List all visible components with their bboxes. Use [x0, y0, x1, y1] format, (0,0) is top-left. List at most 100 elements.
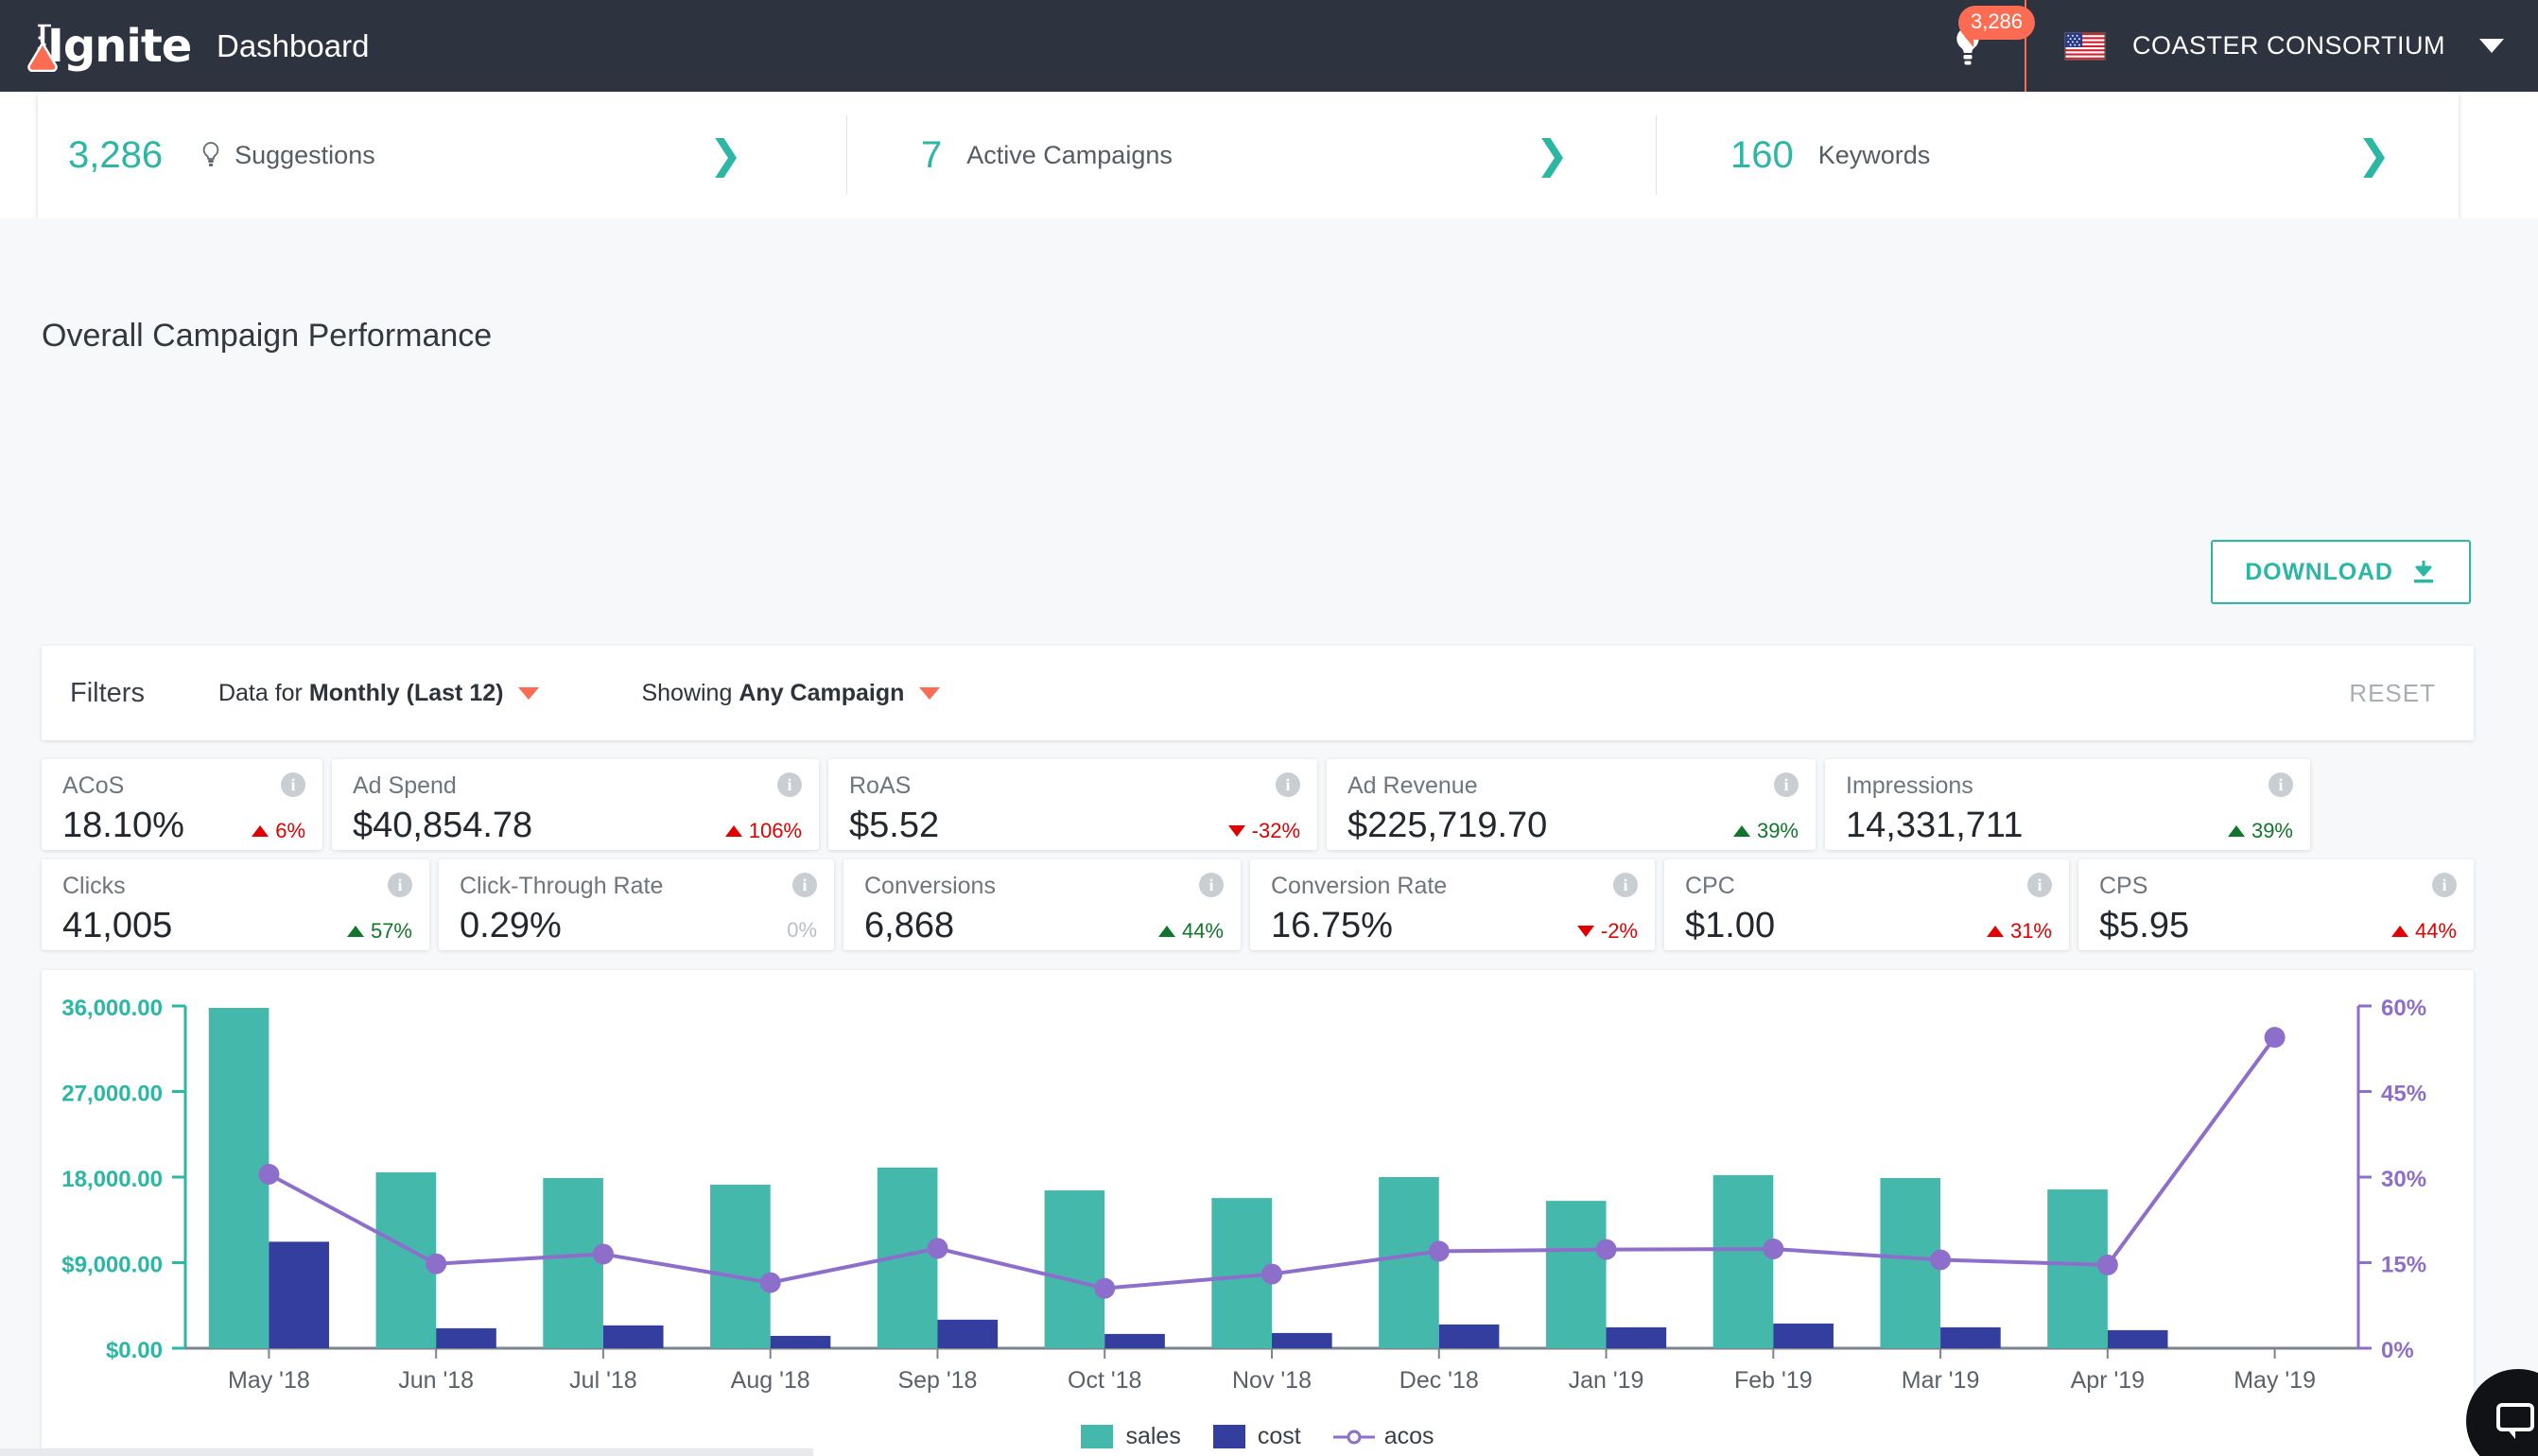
kpi-card-ad-spend[interactable]: Ad Spend i $40,854.78 106%: [332, 759, 819, 850]
svg-text:$0.00: $0.00: [106, 1338, 163, 1363]
performance-chart[interactable]: $0.00 $9,000.00 18,000.00 27,000.00 36,000.0…: [42, 970, 2474, 1414]
chevron-right-icon[interactable]: ❯: [1536, 135, 1569, 175]
kpi-card-click-through-rate[interactable]: Click-Through Rate i 0.29% 0%: [439, 859, 834, 950]
download-icon: [2410, 559, 2437, 585]
filters-bar: Filters Data for Monthly (Last 12) Showi…: [42, 646, 2474, 740]
kpi-label: Clicks: [62, 873, 126, 899]
legend-label: acos: [1383, 1423, 1434, 1449]
svg-text:27,000.00: 27,000.00: [61, 1082, 163, 1107]
triangle-up-icon: [1732, 825, 1750, 837]
filter-date-prefix: Data for: [217, 679, 303, 706]
main-content: Overall Campaign Performance DOWNLOAD Fi…: [0, 218, 2538, 1456]
bar-cost: [2107, 1329, 2168, 1348]
point-acos: [1763, 1239, 1784, 1260]
kpi-card-cpc[interactable]: CPC i $1.00 31%: [1664, 859, 2069, 950]
stat-keywords-value: 160: [1730, 133, 1794, 176]
download-button[interactable]: DOWNLOAD: [2211, 540, 2471, 604]
bar-sales: [1379, 1177, 1439, 1348]
kpi-value: 18.10%: [62, 806, 184, 845]
brand-logo[interactable]: Ignite Dashboard: [13, 19, 369, 74]
point-acos: [2096, 1254, 2118, 1275]
svg-text:Apr '19: Apr '19: [2071, 1367, 2145, 1394]
suggestions-bell-button[interactable]: 3,286: [1911, 0, 2036, 92]
kpi-value: $5.95: [2099, 906, 2190, 945]
info-icon[interactable]: i: [1613, 873, 1638, 897]
filter-date-range[interactable]: Data for Monthly (Last 12): [218, 680, 540, 707]
chevron-right-icon[interactable]: ❯: [709, 135, 742, 175]
info-icon[interactable]: i: [2269, 772, 2293, 797]
triangle-up-icon: [252, 825, 269, 837]
info-icon[interactable]: i: [2432, 873, 2457, 897]
stat-keywords[interactable]: 160 Keywords ❯: [1657, 92, 2459, 218]
kpi-row-primary: ACoS i 18.10% 6% Ad Spend i $40,854.78 1…: [42, 759, 2310, 850]
info-icon[interactable]: i: [1276, 772, 1300, 797]
bar-cost: [1940, 1326, 2001, 1348]
info-icon[interactable]: i: [388, 873, 412, 897]
stat-keywords-label: Keywords: [1817, 140, 1931, 169]
legend-item-acos[interactable]: acos: [1332, 1423, 1434, 1450]
summary-stats-bar: 3,286 Suggestions ❯ 7 Active Campaigns ❯…: [38, 92, 2459, 218]
legend-item-cost[interactable]: cost: [1212, 1423, 1301, 1450]
point-acos: [2264, 1027, 2286, 1049]
kpi-label: Conversion Rate: [1271, 873, 1448, 899]
kpi-card-conversion-rate[interactable]: Conversion Rate i 16.75% -2%: [1250, 859, 1655, 950]
info-icon[interactable]: i: [792, 873, 817, 897]
bar-sales: [1545, 1201, 1607, 1348]
legend-item-sales[interactable]: sales: [1081, 1423, 1181, 1450]
stat-active-campaigns[interactable]: 7 Active Campaigns ❯: [847, 92, 1656, 218]
kpi-card-acos[interactable]: ACoS i 18.10% 6%: [42, 759, 322, 850]
caret-down-icon: [518, 686, 540, 700]
svg-text:Sep '18: Sep '18: [897, 1367, 977, 1394]
reset-button[interactable]: RESET: [2349, 679, 2436, 708]
account-selector[interactable]: COASTER CONSORTIUM: [2026, 31, 2538, 61]
info-icon[interactable]: i: [281, 772, 305, 797]
svg-text:18,000.00: 18,000.00: [61, 1167, 163, 1192]
info-icon[interactable]: i: [1199, 873, 1224, 897]
filter-date-value: Monthly (Last 12): [308, 679, 504, 706]
download-button-label: DOWNLOAD: [2245, 558, 2393, 585]
point-acos: [1930, 1249, 1952, 1271]
horizontal-scrollbar-track[interactable]: [0, 1448, 2538, 1456]
kpi-card-cps[interactable]: CPS i $5.95 44%: [2078, 859, 2474, 950]
kpi-delta: 31%: [1986, 919, 2052, 944]
chevron-right-icon[interactable]: ❯: [2357, 135, 2390, 175]
kpi-label: Click-Through Rate: [460, 873, 664, 899]
filter-campaign-value: Any Campaign: [739, 679, 905, 706]
suggestions-badge-count: 3,286: [1957, 6, 2036, 47]
account-name: COASTER CONSORTIUM: [2131, 31, 2445, 60]
kpi-card-roas[interactable]: RoAS i $5.52 -32%: [828, 759, 1317, 850]
bar-cost: [937, 1319, 999, 1348]
bar-cost: [1606, 1326, 1667, 1348]
info-icon[interactable]: i: [2027, 873, 2052, 897]
kpi-card-impressions[interactable]: Impressions i 14,331,711 39%: [1825, 759, 2310, 850]
kpi-value: 41,005: [62, 906, 173, 945]
bar-sales: [543, 1178, 603, 1348]
kpi-card-conversions[interactable]: Conversions i 6,868 44%: [843, 859, 1241, 950]
kpi-value: $225,719.70: [1347, 806, 1548, 845]
stat-suggestions[interactable]: 3,286 Suggestions ❯: [38, 92, 846, 218]
kpi-value: 14,331,711: [1846, 806, 2024, 845]
kpi-card-clicks[interactable]: Clicks i 41,005 57%: [42, 859, 429, 950]
svg-text:30%: 30%: [2381, 1167, 2426, 1192]
filter-campaign-prefix: Showing: [641, 679, 733, 706]
svg-text:May '19: May '19: [2234, 1367, 2316, 1394]
kpi-card-ad-revenue[interactable]: Ad Revenue i $225,719.70 39%: [1327, 759, 1816, 850]
kpi-label: Impressions: [1846, 772, 1973, 799]
triangle-up-icon: [346, 926, 364, 937]
chart-legend: sales cost acos: [42, 1423, 2474, 1450]
kpi-label: RoAS: [849, 772, 912, 799]
svg-text:Feb '19: Feb '19: [1734, 1367, 1813, 1394]
point-acos: [258, 1163, 280, 1185]
svg-text:0%: 0%: [2381, 1338, 2414, 1363]
filter-campaign[interactable]: Showing Any Campaign: [641, 679, 941, 707]
page-title: Dashboard: [217, 27, 370, 63]
bar-cost: [436, 1327, 496, 1348]
info-icon[interactable]: i: [1774, 772, 1799, 797]
kpi-label: CPS: [2099, 873, 2148, 899]
info-icon[interactable]: i: [777, 772, 802, 797]
bar-cost: [602, 1325, 664, 1348]
horizontal-scrollbar-thumb[interactable]: [0, 1448, 813, 1456]
stat-suggestions-label: Suggestions: [235, 140, 375, 169]
bar-cost: [1272, 1332, 1332, 1348]
line-marker-icon: [1332, 1430, 1375, 1444]
